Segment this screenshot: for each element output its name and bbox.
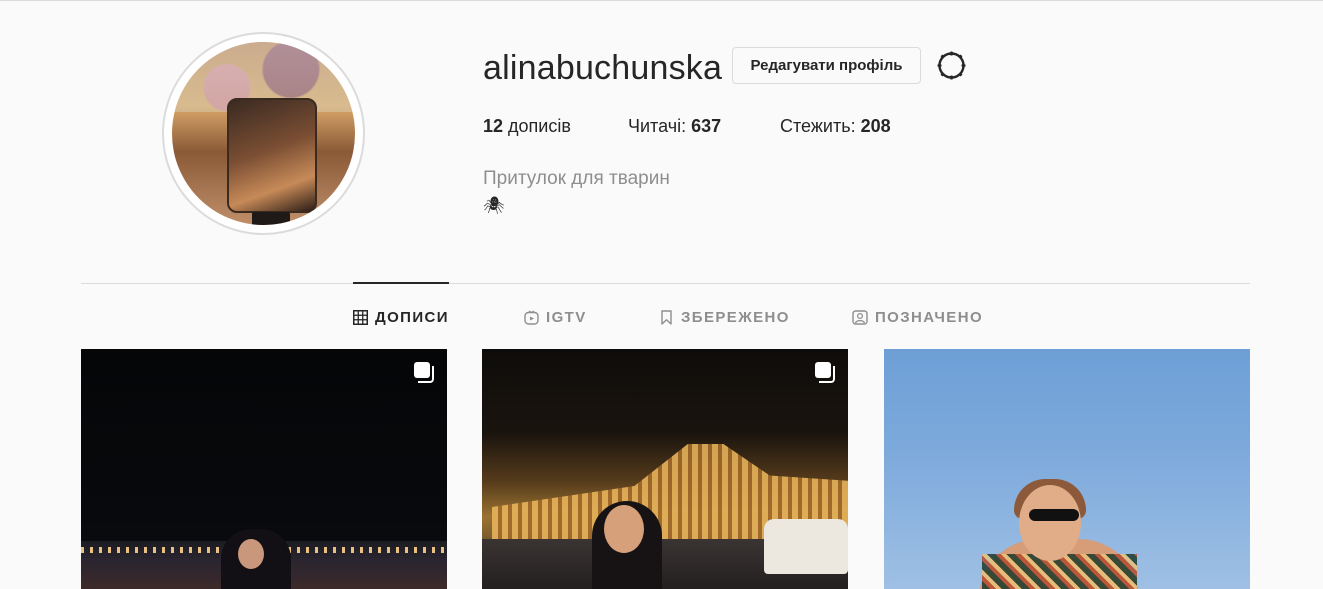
following-label: Стежить: <box>780 116 856 136</box>
post-image-sunglasses <box>1029 509 1079 521</box>
post-image-swimsuit <box>982 554 1137 589</box>
tagged-icon <box>852 309 868 325</box>
tab-tagged[interactable]: ПОЗНАЧЕНО <box>852 307 983 327</box>
following-count: 208 <box>860 116 891 136</box>
profile-avatar[interactable] <box>172 42 355 225</box>
tab-saved[interactable]: ЗБЕРЕЖЕНО <box>659 307 790 327</box>
tab-active-indicator <box>353 282 449 284</box>
post-image-face <box>1019 485 1081 561</box>
post-image-face <box>238 539 264 569</box>
stat-followers[interactable]: Читачі: 637 <box>628 116 721 137</box>
stat-posts: 12 дописів <box>483 116 571 137</box>
post-image-car <box>764 519 848 574</box>
profile-avatar-ring[interactable] <box>162 32 365 235</box>
post-thumbnail[interactable] <box>482 349 848 589</box>
grid-icon <box>353 309 368 325</box>
avatar-mirror-stand <box>252 212 290 225</box>
stat-following[interactable]: Стежить: 208 <box>780 116 891 137</box>
tab-posts-label: ДОПИСИ <box>375 308 449 326</box>
post-thumbnail[interactable] <box>884 349 1250 589</box>
profile-username: alinabuchunska <box>483 49 723 87</box>
tab-igtv-label: IGTV <box>546 308 587 326</box>
bio-name: Притулок для тварин <box>483 168 670 189</box>
top-border <box>0 0 1323 3</box>
tab-saved-label: ЗБЕРЕЖЕНО <box>681 308 790 326</box>
tab-posts[interactable]: ДОПИСИ <box>353 307 449 327</box>
edit-profile-button[interactable]: Редагувати профіль <box>732 47 921 84</box>
posts-label: дописів <box>508 116 571 136</box>
tab-igtv[interactable]: IGTV <box>524 307 587 327</box>
bio-spider-emoji: 🕷 <box>483 196 505 215</box>
carousel-icon <box>815 362 835 383</box>
followers-count: 637 <box>691 116 722 136</box>
tab-tagged-label: ПОЗНАЧЕНО <box>875 308 984 326</box>
post-image-face <box>604 505 644 553</box>
tab-divider <box>81 283 1250 284</box>
bookmark-icon <box>661 309 672 325</box>
avatar-mirror <box>227 98 317 213</box>
followers-label: Читачі: <box>628 116 687 136</box>
posts-count: 12 <box>483 116 504 136</box>
carousel-icon <box>414 362 434 383</box>
igtv-icon <box>524 309 539 325</box>
post-thumbnail[interactable] <box>81 349 447 589</box>
gear-icon[interactable] <box>935 49 968 82</box>
